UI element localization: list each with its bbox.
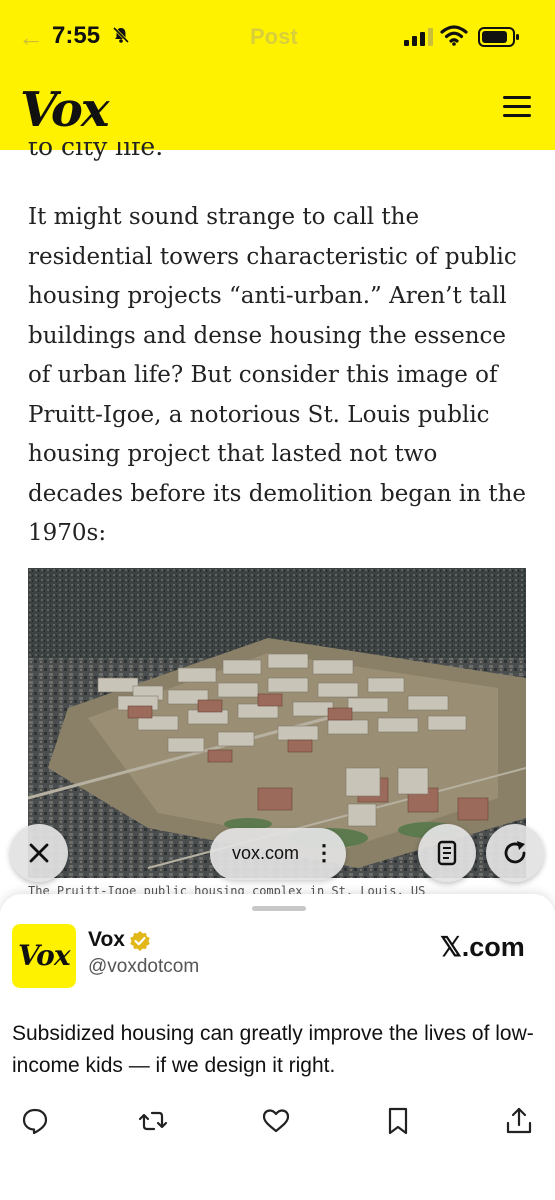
bell-slash-icon bbox=[112, 26, 130, 44]
sheet-grabber[interactable] bbox=[252, 906, 306, 911]
reader-mode-button[interactable] bbox=[418, 824, 476, 882]
tweet-text: Subsidized housing can greatly improve t… bbox=[12, 1022, 534, 1077]
url-bar[interactable]: vox.com ⋮ bbox=[210, 828, 346, 880]
like-icon bbox=[262, 1109, 290, 1133]
battery-icon bbox=[478, 27, 519, 47]
reader-icon bbox=[437, 840, 457, 866]
bookmark-icon bbox=[388, 1107, 408, 1135]
url-text: vox.com bbox=[232, 843, 300, 863]
share-icon bbox=[506, 1107, 532, 1134]
avatar[interactable]: Vox bbox=[12, 924, 76, 988]
tweet-actions bbox=[0, 1106, 555, 1146]
close-button[interactable] bbox=[10, 824, 68, 882]
share-button[interactable] bbox=[504, 1106, 534, 1136]
back-arrow-icon[interactable]: ← bbox=[18, 22, 44, 53]
reload-icon bbox=[504, 841, 526, 864]
reply-button[interactable] bbox=[20, 1106, 50, 1136]
share-preview-card: Vox Vox @voxdotcom 𝕏.com Subsidized hous… bbox=[0, 894, 555, 1200]
avatar-logo: Vox bbox=[18, 939, 71, 972]
wifi-icon bbox=[440, 25, 468, 46]
signal-icon bbox=[404, 28, 433, 46]
more-options-icon[interactable]: ⋮ bbox=[313, 840, 335, 866]
status-bar: ← 7:55 Post bbox=[0, 0, 555, 72]
retweet-button[interactable] bbox=[138, 1106, 168, 1136]
account-handle: @voxdotcom bbox=[88, 956, 200, 977]
vox-logo[interactable]: Vox bbox=[20, 82, 109, 138]
like-button[interactable] bbox=[261, 1106, 291, 1136]
vox-header: ← 7:55 Post Vox bbox=[0, 0, 555, 150]
hamburger-menu-icon[interactable] bbox=[503, 96, 531, 118]
article-paragraph: It might sound strange to call the resid… bbox=[28, 204, 527, 546]
close-icon bbox=[29, 843, 49, 863]
reply-icon bbox=[22, 1108, 48, 1135]
page-title-ghost: Post bbox=[250, 24, 298, 49]
bookmark-button[interactable] bbox=[383, 1106, 413, 1136]
verified-badge-icon bbox=[130, 931, 150, 951]
status-time: 7:55 bbox=[52, 22, 101, 49]
reload-button[interactable] bbox=[486, 824, 544, 882]
account-name[interactable]: Vox bbox=[88, 928, 125, 952]
source-domain: 𝕏.com bbox=[440, 932, 525, 962]
retweet-icon bbox=[138, 1111, 168, 1131]
